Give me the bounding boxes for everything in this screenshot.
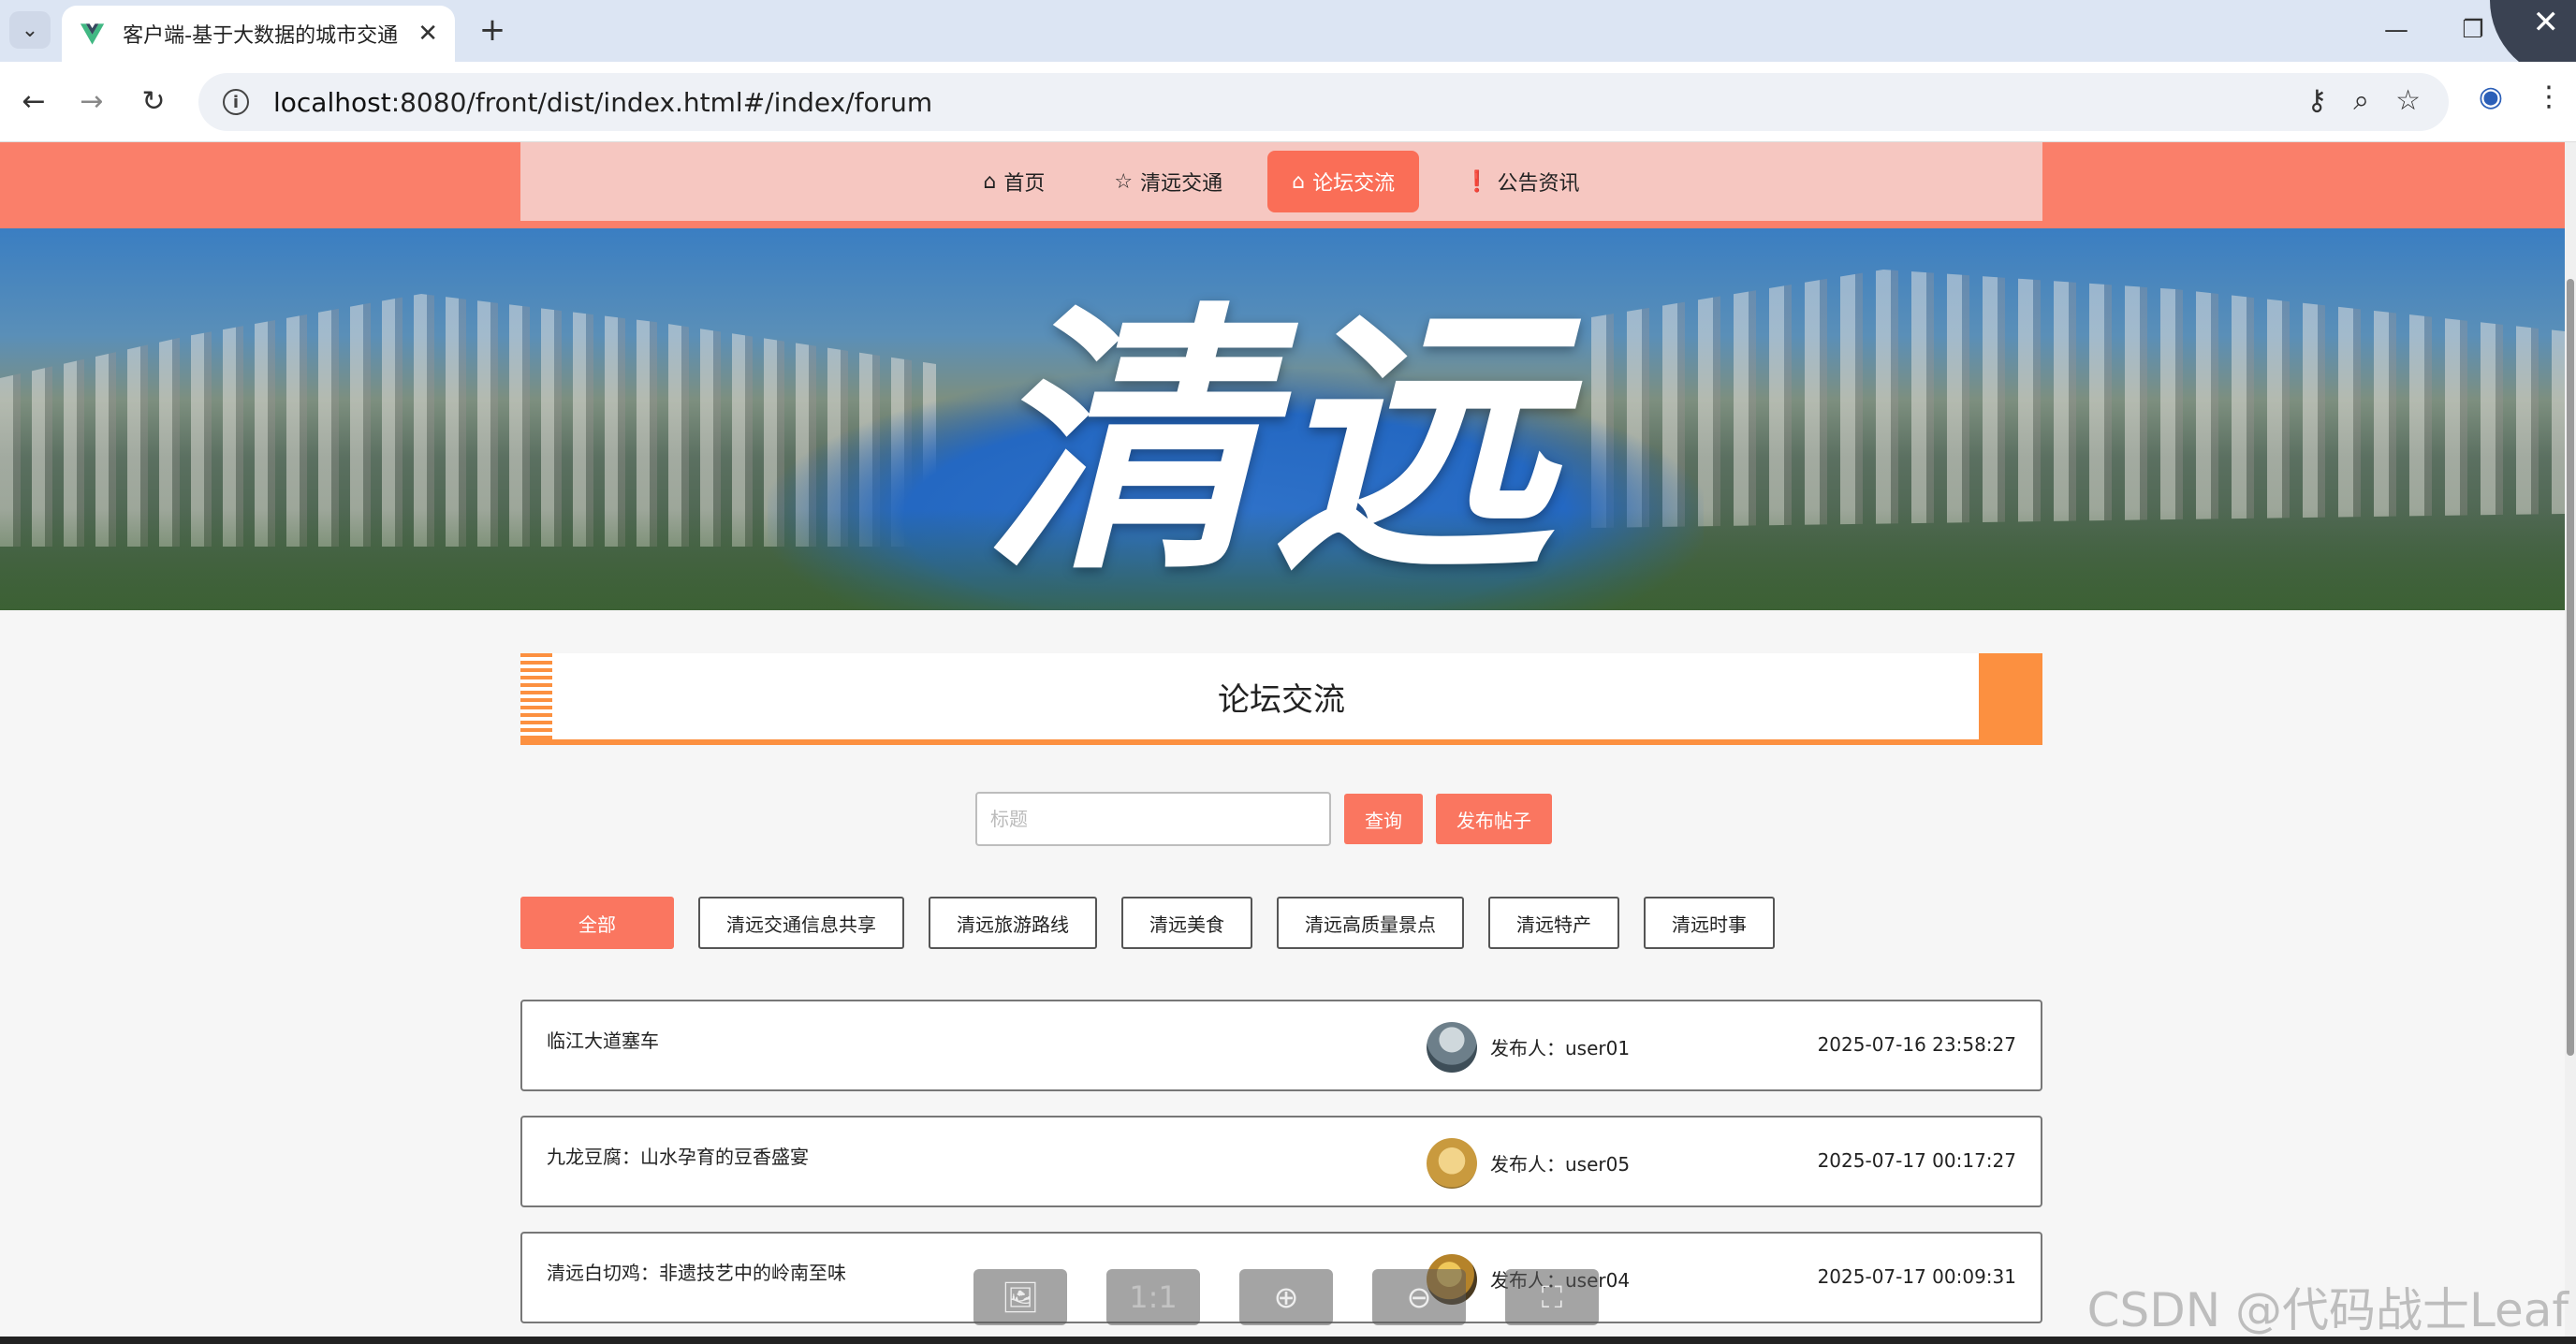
site-info-icon[interactable]: i bbox=[223, 89, 249, 115]
query-button[interactable]: 查询 bbox=[1344, 794, 1423, 844]
menu-item-forum[interactable]: ⌂ 论坛交流 bbox=[1267, 151, 1420, 212]
tab-close-icon[interactable]: ✕ bbox=[417, 20, 438, 48]
zoom-out-icon[interactable]: ⊖ bbox=[1372, 1269, 1466, 1325]
search-row: 查询 发布帖子 bbox=[975, 792, 1552, 846]
tab-search-icon[interactable]: ⌄ bbox=[9, 11, 51, 49]
menu-item-label: 公告资讯 bbox=[1497, 172, 1580, 196]
site-header: ⌂ 首页 ☆ 清远交通 ⌂ 论坛交流 ❗ 公告资讯 bbox=[0, 142, 2565, 228]
password-key-icon[interactable]: ⚷ bbox=[2306, 84, 2327, 117]
forum-icon: ⌂ bbox=[1292, 169, 1306, 194]
page-scrollbar[interactable] bbox=[2565, 142, 2576, 1344]
menu-item-label: 清远交通 bbox=[1140, 172, 1223, 196]
section-title-box: 论坛交流 bbox=[520, 653, 2042, 745]
zoom-icon[interactable]: ⌕ bbox=[2353, 84, 2369, 117]
actual-size-button[interactable]: 1:1 bbox=[1106, 1269, 1200, 1325]
scrollbar-thumb[interactable] bbox=[2567, 279, 2574, 1056]
page-title: 论坛交流 bbox=[1218, 680, 1345, 719]
menu-item-label: 论坛交流 bbox=[1312, 172, 1396, 196]
browser-toolbar: ← → ↻ i localhost:8080/front/dist/index.… bbox=[0, 62, 2576, 142]
menu-item-label: 首页 bbox=[1003, 172, 1046, 196]
category-all[interactable]: 全部 bbox=[520, 897, 674, 949]
reload-icon[interactable]: ↻ bbox=[133, 80, 174, 122]
category-current-affairs[interactable]: 清远时事 bbox=[1644, 897, 1775, 949]
back-icon[interactable]: ← bbox=[13, 80, 54, 122]
post-author: 发布人：user05 bbox=[1490, 1153, 1631, 1176]
browser-menu-icon[interactable]: ⋮ bbox=[2535, 80, 2563, 113]
avatar bbox=[1427, 1138, 1477, 1189]
post-title[interactable]: 临江大道塞车 bbox=[547, 1026, 659, 1053]
category-traffic-info[interactable]: 清远交通信息共享 bbox=[698, 897, 904, 949]
page-viewport: ⌂ 首页 ☆ 清远交通 ⌂ 论坛交流 ❗ 公告资讯 清远 论坛交流 标题 查询 … bbox=[0, 142, 2565, 1344]
category-attractions[interactable]: 清远高质量景点 bbox=[1277, 897, 1464, 949]
home-icon: ⌂ bbox=[983, 169, 997, 194]
tab-title: 客户端-基于大数据的城市交通 bbox=[123, 24, 399, 48]
image-edit-icon[interactable]: 🖼 bbox=[973, 1269, 1067, 1325]
post-title[interactable]: 九龙豆腐：山水孕育的豆香盛宴 bbox=[547, 1142, 809, 1169]
menu-item-home[interactable]: ⌂ 首页 bbox=[959, 151, 1069, 212]
url-text: localhost:8080/front/dist/index.html#/in… bbox=[273, 86, 933, 118]
address-bar[interactable]: i localhost:8080/front/dist/index.html#/… bbox=[198, 73, 2449, 131]
bookmark-star-icon[interactable]: ☆ bbox=[2395, 84, 2421, 117]
city-banner: 清远 bbox=[0, 228, 2565, 610]
avatar bbox=[1427, 1022, 1477, 1073]
post-list-item[interactable]: 临江大道塞车 发布人：user01 2025-07-16 23:58:27 bbox=[520, 1000, 2042, 1091]
post-title[interactable]: 清远白切鸡：非遗技艺中的岭南至味 bbox=[547, 1258, 846, 1285]
star-icon: ☆ bbox=[1114, 169, 1134, 194]
menu-item-traffic[interactable]: ☆ 清远交通 bbox=[1090, 151, 1247, 212]
new-tab-icon[interactable]: + bbox=[474, 11, 511, 49]
menu-item-news[interactable]: ❗ 公告资讯 bbox=[1440, 151, 1603, 212]
taskbar-strip bbox=[0, 1337, 2576, 1344]
post-time: 2025-07-17 00:17:27 bbox=[1817, 1149, 2016, 1172]
post-author: 发布人：user01 bbox=[1490, 1037, 1631, 1059]
post-time: 2025-07-16 23:58:27 bbox=[1817, 1033, 2016, 1056]
fit-screen-icon[interactable]: ⛶ bbox=[1505, 1269, 1599, 1325]
profile-icon[interactable]: ◉ bbox=[2479, 80, 2503, 113]
forward-icon[interactable]: → bbox=[71, 80, 112, 122]
category-specialties[interactable]: 清远特产 bbox=[1488, 897, 1619, 949]
title-search-input[interactable] bbox=[975, 792, 1331, 846]
browser-tab-active[interactable]: 客户端-基于大数据的城市交通 ✕ bbox=[62, 6, 455, 62]
notice-icon: ❗ bbox=[1464, 169, 1490, 194]
post-time: 2025-07-17 00:09:31 bbox=[1817, 1265, 2016, 1288]
vue-favicon-icon bbox=[80, 23, 105, 45]
image-viewer-toolbar: 🖼 1:1 ⊕ ⊖ ⛶ bbox=[973, 1269, 1599, 1325]
browser-tabstrip: ⌄ 客户端-基于大数据的城市交通 ✕ + — ❐ ✕ bbox=[0, 0, 2576, 80]
banner-city-right bbox=[1591, 270, 2565, 528]
main-menu: ⌂ 首页 ☆ 清远交通 ⌂ 论坛交流 ❗ 公告资讯 bbox=[520, 142, 2042, 221]
zoom-in-icon[interactable]: ⊕ bbox=[1239, 1269, 1333, 1325]
minimize-icon[interactable]: — bbox=[2368, 9, 2424, 51]
category-travel-routes[interactable]: 清远旅游路线 bbox=[929, 897, 1097, 949]
csdn-watermark: CSDN @代码战士Leaf bbox=[2086, 1283, 2569, 1337]
post-list-item[interactable]: 九龙豆腐：山水孕育的豆香盛宴 发布人：user05 2025-07-17 00:… bbox=[520, 1116, 2042, 1207]
category-food[interactable]: 清远美食 bbox=[1121, 897, 1252, 949]
banner-calligraphy-logo: 清远 bbox=[983, 277, 1563, 607]
publish-post-button[interactable]: 发布帖子 bbox=[1436, 794, 1552, 844]
category-filter: 全部 清远交通信息共享 清远旅游路线 清远美食 清远高质量景点 清远特产 清远时… bbox=[520, 897, 1775, 949]
